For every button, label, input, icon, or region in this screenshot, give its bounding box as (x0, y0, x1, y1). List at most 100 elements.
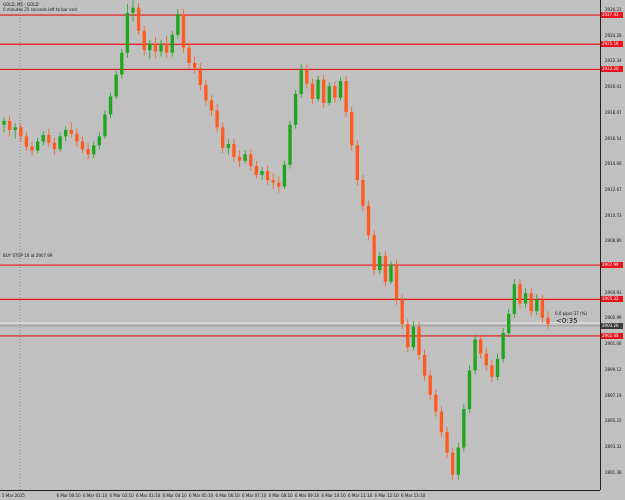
bear-candle[interactable] (232, 144, 236, 157)
bear-candle[interactable] (310, 83, 315, 100)
bear-candle[interactable] (271, 180, 275, 183)
bear-candle[interactable] (181, 14, 186, 48)
chart-window[interactable]: GOLD, M5 : GOLD 0 minutes 25 seconds lef… (0, 0, 625, 500)
bull-candle[interactable] (501, 333, 505, 359)
bull-candle[interactable] (58, 136, 62, 150)
bear-candle[interactable] (383, 255, 388, 282)
price-plot[interactable] (0, 0, 600, 490)
bear-candle[interactable] (153, 43, 158, 52)
bull-candle[interactable] (282, 164, 287, 187)
bull-candle[interactable] (523, 293, 528, 304)
bear-candle[interactable] (445, 432, 449, 453)
bear-candle[interactable] (142, 30, 146, 51)
bear-candle[interactable] (321, 79, 326, 103)
bull-candle[interactable] (299, 69, 303, 94)
bear-candle[interactable] (372, 235, 376, 271)
bull-candle[interactable] (456, 447, 460, 475)
bear-candle[interactable] (19, 127, 23, 137)
bull-candle[interactable] (2, 120, 6, 125)
bull-candle[interactable] (131, 7, 135, 13)
bear-candle[interactable] (428, 375, 432, 395)
bull-candle[interactable] (13, 127, 17, 130)
bear-candle[interactable] (136, 7, 141, 31)
bear-candle[interactable] (69, 129, 73, 134)
bear-candle[interactable] (490, 365, 494, 377)
bear-candle[interactable] (546, 317, 550, 325)
bull-candle[interactable] (170, 34, 174, 53)
bear-candle[interactable] (394, 264, 399, 300)
bull-candle[interactable] (92, 145, 96, 155)
bear-candle[interactable] (75, 133, 79, 142)
price-axis[interactable] (600, 0, 625, 490)
bear-candle[interactable] (187, 47, 191, 64)
bear-candle[interactable] (518, 284, 522, 304)
bull-candle[interactable] (535, 299, 539, 312)
bear-candle[interactable] (355, 145, 360, 181)
bear-candle[interactable] (350, 111, 354, 146)
bear-candle[interactable] (406, 324, 410, 348)
bear-candle[interactable] (305, 69, 309, 84)
bear-candle[interactable] (265, 171, 270, 181)
bear-candle[interactable] (417, 326, 421, 355)
bull-candle[interactable] (467, 370, 472, 409)
bull-candle[interactable] (148, 43, 152, 51)
bear-candle[interactable] (221, 127, 225, 148)
bull-candle[interactable] (327, 86, 331, 103)
bull-candle[interactable] (103, 114, 107, 137)
bull-candle[interactable] (338, 81, 343, 98)
bull-candle[interactable] (226, 144, 231, 148)
bull-candle[interactable] (35, 141, 40, 151)
bull-candle[interactable] (108, 96, 113, 115)
bull-candle[interactable] (64, 129, 68, 137)
bear-candle[interactable] (24, 136, 29, 147)
bull-candle[interactable] (288, 124, 292, 165)
bull-candle[interactable] (293, 93, 298, 125)
bear-candle[interactable] (47, 135, 51, 143)
bear-candle[interactable] (204, 84, 208, 101)
bull-candle[interactable] (411, 326, 416, 348)
bear-candle[interactable] (366, 205, 371, 236)
bear-candle[interactable] (361, 180, 365, 206)
bull-candle[interactable] (507, 313, 511, 334)
bull-candle[interactable] (125, 12, 130, 53)
bear-candle[interactable] (529, 293, 533, 312)
bull-candle[interactable] (473, 339, 477, 371)
bear-candle[interactable] (540, 299, 545, 318)
bull-candle[interactable] (378, 255, 382, 271)
bear-candle[interactable] (400, 299, 404, 325)
bear-candle[interactable] (30, 146, 34, 151)
bull-candle[interactable] (159, 43, 163, 52)
buy-stop-order-label[interactable]: BUY STOP 10 at 2907.99 (3, 253, 52, 258)
bear-candle[interactable] (422, 354, 427, 376)
bull-candle[interactable] (243, 154, 247, 161)
bear-candle[interactable] (434, 394, 438, 412)
bear-candle[interactable] (254, 165, 259, 175)
bear-candle[interactable] (198, 68, 202, 85)
bull-candle[interactable] (462, 408, 466, 448)
bear-candle[interactable] (277, 182, 281, 187)
bear-candle[interactable] (215, 110, 219, 128)
bull-candle[interactable] (495, 358, 500, 377)
bear-candle[interactable] (7, 120, 12, 130)
bull-candle[interactable] (120, 52, 124, 75)
bear-candle[interactable] (484, 353, 488, 366)
bull-candle[interactable] (114, 74, 118, 97)
bear-candle[interactable] (249, 154, 253, 166)
bear-candle[interactable] (80, 141, 85, 150)
bull-candle[interactable] (512, 284, 517, 314)
bear-candle[interactable] (479, 339, 483, 354)
bull-candle[interactable] (97, 136, 102, 146)
bear-candle[interactable] (209, 100, 214, 111)
bull-candle[interactable] (260, 171, 264, 175)
bear-candle[interactable] (164, 43, 169, 53)
bear-candle[interactable] (52, 142, 57, 150)
bear-candle[interactable] (450, 452, 455, 475)
bull-candle[interactable] (176, 14, 180, 35)
bear-candle[interactable] (86, 149, 90, 155)
bull-candle[interactable] (389, 264, 393, 282)
bear-candle[interactable] (439, 411, 444, 433)
bear-candle[interactable] (333, 86, 337, 98)
bear-candle[interactable] (237, 156, 242, 161)
bear-candle[interactable] (344, 81, 348, 112)
bull-candle[interactable] (41, 135, 45, 142)
